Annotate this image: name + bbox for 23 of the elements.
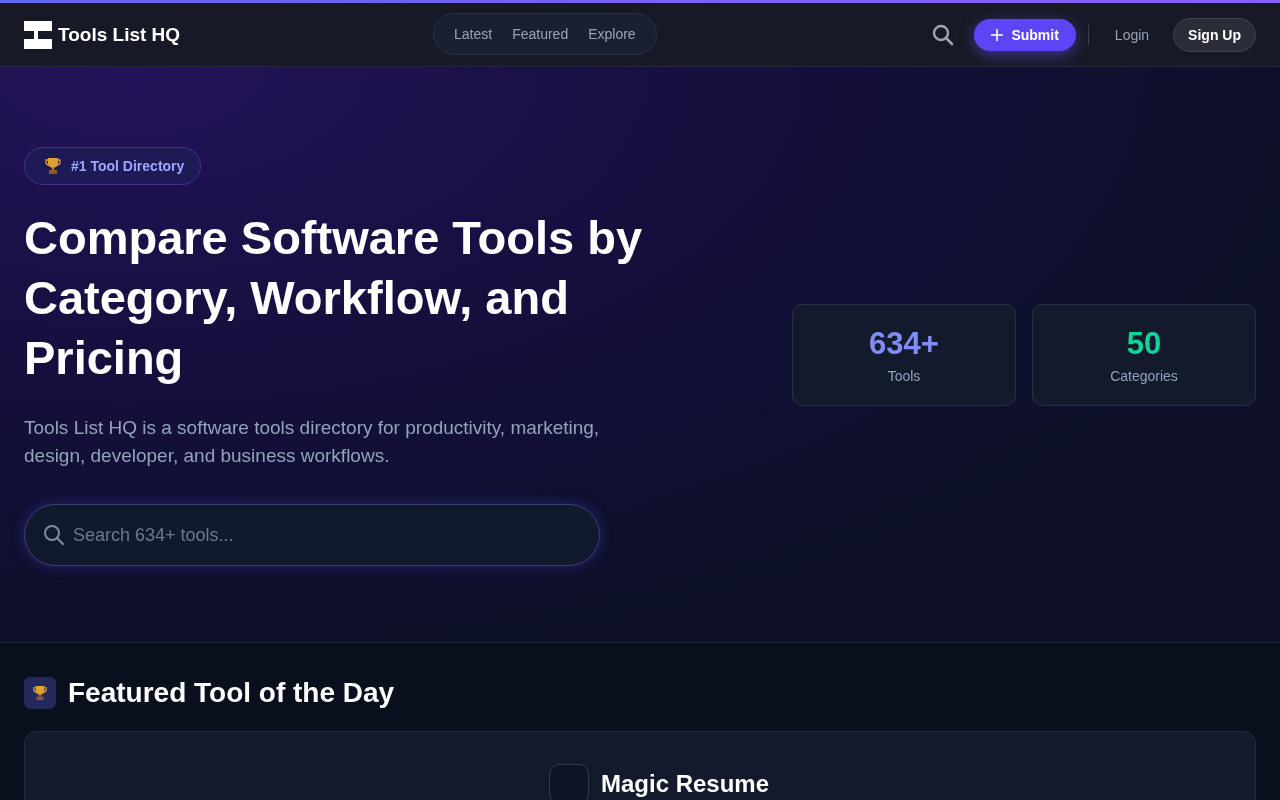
search-icon <box>43 524 65 546</box>
stat-value: 50 <box>1126 326 1162 362</box>
search-field[interactable]: Search 634+ tools... <box>24 504 600 566</box>
stat-value: 634+ <box>869 326 939 362</box>
nav-link[interactable]: Explore <box>578 26 646 42</box>
site-logo[interactable]: Tools List HQ <box>58 23 181 46</box>
trophy-icon <box>24 677 56 709</box>
hero-title: Compare Software Tools by Category, Workflow, and Pricing <box>24 210 644 386</box>
login-link[interactable]: Login <box>1100 26 1164 43</box>
plus-icon <box>991 28 1004 41</box>
stat-label: Categories <box>1110 368 1178 384</box>
badge-text: #1 Tool Directory <box>71 158 185 174</box>
hero-subtitle: Tools List HQ is a software tools directory for productivity, marketing, design, developer, and business workflows. <box>24 416 601 468</box>
nav-link[interactable]: Latest <box>444 26 503 42</box>
submit-button[interactable]: Submit <box>974 18 1076 51</box>
sign-up-button[interactable]: Sign Up <box>1173 17 1256 52</box>
search-icon[interactable] <box>932 23 955 46</box>
tool-name[interactable]: Magic Resume <box>601 770 770 798</box>
trophy-icon <box>45 157 61 175</box>
logo-icon <box>24 20 52 49</box>
section-heading: Featured Tool of the Day <box>68 677 395 709</box>
nav-link[interactable]: Featured <box>502 26 579 42</box>
stat-label: Tools <box>887 368 921 384</box>
